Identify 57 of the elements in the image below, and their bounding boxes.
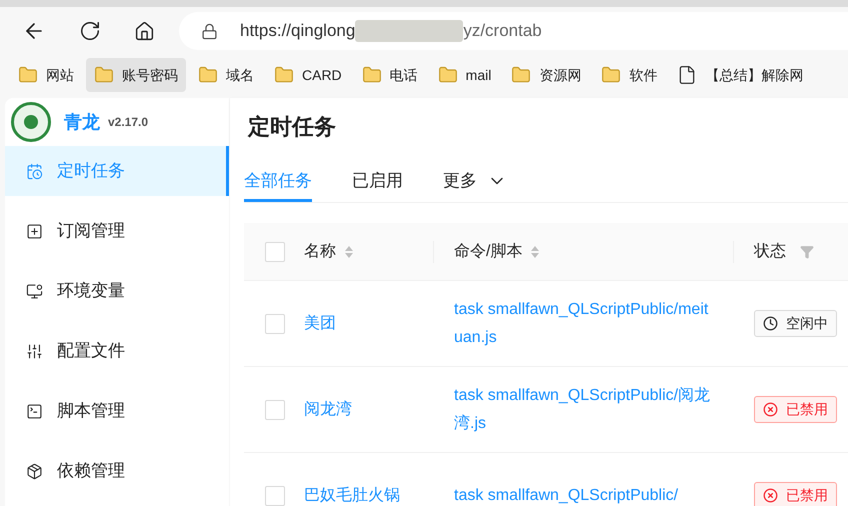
nav-item[interactable]: 脚本管理 [5, 386, 229, 436]
version-label: v2.17.0 [108, 114, 148, 131]
sort-icon[interactable] [344, 244, 354, 260]
folder-icon [438, 65, 458, 85]
bookmark[interactable]: 电话 [354, 58, 426, 92]
tab[interactable]: 已启用 [352, 162, 403, 202]
folder-icon [511, 65, 532, 85]
menu-icon [26, 162, 43, 180]
nav-item[interactable]: 订阅管理 [5, 206, 229, 256]
tab[interactable]: 更多 [443, 162, 507, 202]
bookmark[interactable]: 域名 [190, 58, 262, 92]
brand-name: 青龙 [64, 110, 100, 134]
reload-icon[interactable] [79, 20, 101, 42]
folder-icon [274, 65, 294, 85]
status-tag: 已禁用 [754, 396, 837, 423]
checkbox[interactable] [265, 486, 285, 506]
lock-icon [201, 22, 218, 40]
cross-circle-icon [763, 402, 778, 417]
menu-icon [26, 342, 43, 360]
status-tag: 已禁用 [754, 482, 837, 506]
bookmark[interactable]: 资源网 [503, 58, 590, 92]
home-icon[interactable] [134, 20, 155, 42]
folder-icon [601, 65, 622, 85]
bookmark[interactable]: 网站 [10, 58, 82, 92]
filter-icon[interactable] [800, 244, 814, 258]
url-text: https://qinglong [240, 20, 356, 42]
bookmark[interactable]: 账号密码 [86, 58, 186, 92]
status-tag: 空闲中 [754, 310, 837, 337]
nav-item[interactable]: 环境变量 [5, 266, 229, 316]
menu-icon [26, 462, 43, 480]
nav-item[interactable]: 依赖管理 [5, 446, 229, 496]
nav-item[interactable]: 配置文件 [5, 326, 229, 376]
bookmark[interactable]: CARD [266, 58, 350, 92]
folder-icon [18, 65, 38, 85]
address-bar[interactable]: https://qinglong yz/crontab [179, 12, 848, 50]
checkbox[interactable] [265, 400, 285, 420]
sort-icon[interactable] [530, 244, 540, 260]
bookmark[interactable]: 【总结】解除网 [669, 58, 812, 92]
folder-icon [362, 65, 382, 85]
checkbox[interactable] [265, 314, 285, 334]
menu-icon [26, 402, 43, 420]
page-icon [677, 65, 698, 85]
menu-icon [26, 222, 43, 240]
menu-icon [26, 282, 43, 300]
bookmark[interactable]: mail [430, 58, 500, 92]
column-header: 名称 [304, 242, 336, 262]
clock-icon [763, 316, 778, 331]
page-title: 定时任务 [248, 113, 336, 141]
checkbox[interactable] [265, 242, 285, 262]
folder-icon [94, 65, 114, 85]
url-text: yz/crontab [463, 20, 542, 42]
logo-icon [11, 102, 51, 142]
folder-icon [198, 65, 218, 85]
column-header: 状态 [754, 242, 786, 262]
column-header: 命令/脚本 [454, 242, 522, 262]
cross-circle-icon [763, 488, 778, 503]
bookmark[interactable]: 软件 [593, 58, 666, 92]
